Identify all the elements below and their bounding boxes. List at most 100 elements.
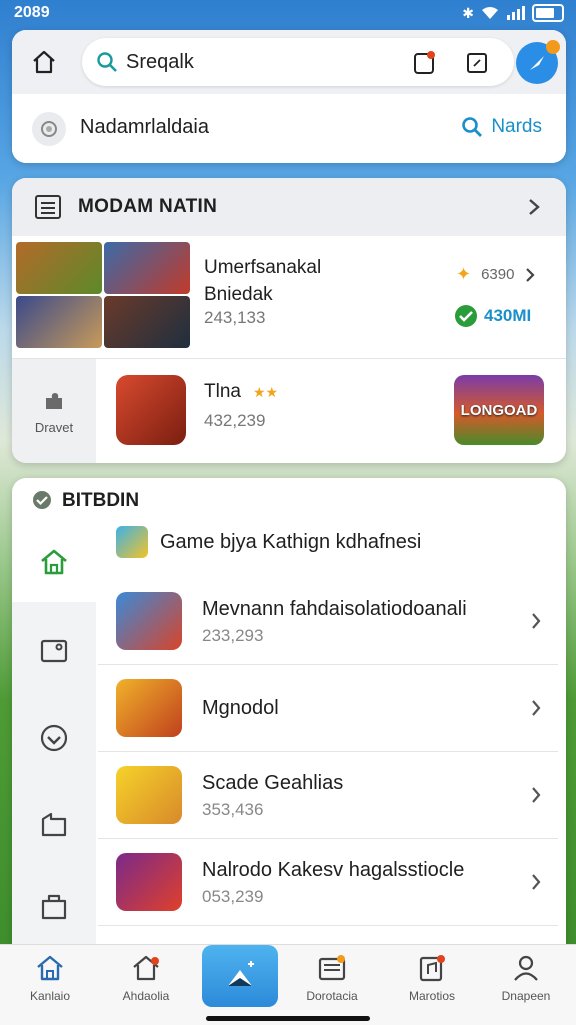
download-icon — [40, 724, 68, 752]
signal-icon — [507, 6, 525, 20]
bluetooth-icon: ✱ — [462, 4, 474, 21]
featured-item-value: 6390 — [481, 266, 515, 283]
user-icon — [514, 955, 538, 981]
expand-button[interactable] — [464, 50, 490, 76]
list-item[interactable]: Nalrodo Kakesv hagalsstiocle 053,239 — [98, 839, 558, 926]
star-icon: ✦ — [456, 264, 472, 284]
thumbnail-grid — [16, 242, 190, 348]
account-avatar-button[interactable] — [516, 40, 560, 84]
list-item-title: Mevnann fahdaisolatiodoanali — [202, 598, 467, 620]
nav-label: Dorotacia — [306, 989, 358, 1003]
home-icon — [37, 955, 63, 981]
nav-tab-news[interactable]: Dorotacia — [284, 953, 380, 1023]
featured-card: MODAM NATIN Umerfsanakal Bniedak 243,133… — [12, 178, 566, 463]
game-icon — [116, 679, 182, 737]
nav-label: Kanlaio — [29, 989, 71, 1003]
home-indicator[interactable] — [206, 1016, 370, 1021]
game-list: Mevnann fahdaisolatiodoanali 233,293 Mgn… — [98, 578, 558, 926]
featured-item-count: 432,239 — [204, 411, 266, 430]
home-button[interactable] — [26, 44, 62, 80]
category-label: Dravet — [34, 419, 74, 435]
star-rating-icon: ★★ — [252, 383, 279, 400]
nav-center-button[interactable] — [202, 945, 278, 1007]
search-input[interactable]: Sreqalk — [82, 38, 514, 86]
list-item-count: 233,293 — [202, 626, 264, 645]
featured-title: MODAM NATIN — [78, 196, 218, 217]
status-bar: 2089 ✱ — [0, 0, 576, 28]
profile-name: Nadamrlaldaia — [80, 116, 209, 138]
game-thumbnail — [104, 242, 190, 294]
bottom-navigation: Kanlaio Ahdaolia Dorotacia Marotios Dnap… — [0, 944, 576, 1025]
avatar-badge — [546, 40, 560, 54]
chevron-right-icon — [532, 613, 541, 629]
banner-text: LONGOAD — [460, 401, 538, 419]
rail-bag[interactable] — [12, 866, 96, 946]
chevron-right-icon — [529, 199, 540, 215]
newspaper-icon — [318, 955, 346, 981]
play-store-icon — [228, 961, 254, 986]
nav-label: Dnapeen — [501, 989, 551, 1003]
nards-label: Nards — [491, 116, 542, 137]
game-icon — [116, 853, 182, 911]
list-item-title: Mgnodol — [202, 697, 279, 719]
nav-tab-home[interactable]: Kanlaio — [2, 953, 98, 1023]
header-card: Sreqalk Nadamrlaldaia Nards — [12, 30, 566, 163]
music-icon — [419, 955, 445, 982]
profile-row[interactable]: Nadamrlaldaia Nards — [12, 94, 566, 163]
search-query: Sreqalk — [126, 51, 194, 73]
game-category-icon — [116, 526, 148, 558]
puzzle-icon — [46, 392, 62, 409]
search-icon — [97, 52, 117, 72]
nav-tab-profile[interactable]: Dnapeen — [478, 953, 574, 1023]
games-heading-text: Game bjya Kathign kdhafnesi — [160, 530, 422, 553]
notification-button[interactable] — [412, 50, 438, 76]
featured-item-count: 243,133 — [204, 308, 266, 327]
list-item-count: 053,239 — [202, 887, 264, 906]
rail-files[interactable] — [12, 784, 96, 864]
chevron-right-icon — [526, 267, 536, 282]
rail-folder[interactable] — [12, 610, 96, 690]
expand-icon — [467, 53, 487, 73]
wifi-icon — [482, 7, 498, 19]
category-tab[interactable]: Dravet — [12, 359, 96, 463]
search-icon — [462, 117, 483, 137]
featured-item[interactable]: Dravet Tlna ★★ 432,239 LONGOAD — [12, 359, 566, 463]
list-item[interactable]: Scade Geahlias 353,436 — [98, 752, 558, 839]
home-icon — [41, 549, 67, 575]
games-section-card: BITBDIN Game bjya Kathign kdhafnesi Mevn… — [12, 478, 566, 958]
nav-tab-store[interactable]: Ahdaolia — [98, 953, 194, 1023]
side-rail — [12, 522, 96, 958]
featured-header[interactable]: MODAM NATIN — [12, 178, 566, 236]
compass-icon — [530, 56, 544, 70]
games-heading: Game bjya Kathign kdhafnesi — [116, 526, 421, 558]
nards-link[interactable]: Nards — [461, 116, 542, 138]
nav-tab-media[interactable]: Marotios — [384, 953, 480, 1023]
game-banner: LONGOAD — [454, 375, 544, 445]
game-thumbnail — [16, 296, 102, 348]
check-circle-icon — [455, 305, 477, 327]
list-item-title: Nalrodo Kakesv hagalsstiocle — [202, 859, 465, 881]
section-title: BITBDIN — [62, 490, 140, 511]
home-icon — [33, 50, 55, 74]
chevron-right-icon — [532, 787, 541, 803]
featured-item-title: Umerfsanakal Bniedak — [204, 257, 322, 305]
list-item-count: 353,436 — [202, 800, 264, 819]
list-item[interactable]: Mgnodol — [98, 665, 558, 752]
news-icon — [35, 195, 61, 219]
chevron-right-icon — [532, 874, 541, 890]
folder-icon — [40, 639, 68, 663]
chevron-right-icon — [532, 700, 541, 716]
search-bar-row: Sreqalk — [12, 30, 566, 94]
list-item[interactable]: Mevnann fahdaisolatiodoanali 233,293 — [98, 578, 558, 665]
game-icon — [116, 375, 186, 445]
status-time: 2089 — [14, 4, 50, 21]
section-header: BITBDIN — [12, 478, 566, 522]
bag-icon — [41, 894, 67, 920]
featured-item[interactable]: Umerfsanakal Bniedak 243,133 ✦ 6390 430M… — [12, 236, 566, 359]
featured-item-title: Tlna ★★ — [204, 381, 279, 402]
rail-home[interactable] — [12, 522, 96, 602]
game-thumbnail — [104, 296, 190, 348]
rail-download[interactable] — [12, 698, 96, 778]
featured-item-meta: ✦ 6390 — [456, 264, 536, 285]
game-icon — [116, 766, 182, 824]
